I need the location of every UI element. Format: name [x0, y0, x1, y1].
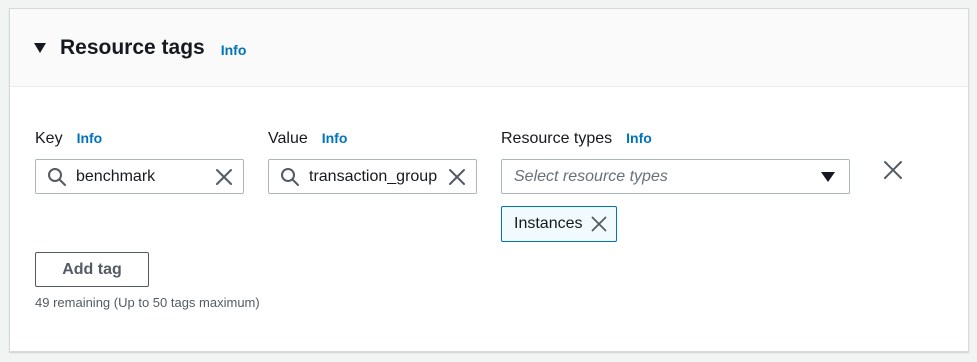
resource-tags-panel: Resource tags Info Key Info Value Info [9, 8, 969, 352]
value-field: Value Info [268, 130, 347, 154]
add-tag-button[interactable]: Add tag [35, 252, 149, 287]
key-label: Key [35, 130, 63, 147]
panel-header[interactable]: Resource tags Info [10, 9, 968, 87]
resource-types-select[interactable]: Select resource types [501, 159, 850, 194]
resource-type-token: Instances [501, 206, 618, 242]
value-input-box[interactable] [268, 159, 477, 194]
search-icon [48, 167, 66, 186]
key-field: Key Info [35, 130, 102, 154]
clear-key-icon[interactable] [215, 168, 233, 186]
section-title: Resource tags [60, 35, 205, 59]
caret-down-icon[interactable] [34, 42, 46, 54]
key-info-link[interactable]: Info [77, 130, 103, 146]
caret-down-icon [821, 171, 835, 182]
section-info-link[interactable]: Info [221, 42, 247, 58]
resource-types-label: Resource types [501, 130, 613, 147]
tags-remaining-text: 49 remaining (Up to 50 tags maximum) [35, 295, 260, 310]
value-input[interactable] [309, 167, 442, 186]
dismiss-token-icon[interactable] [591, 216, 607, 232]
value-info-link[interactable]: Info [322, 130, 348, 146]
resource-types-field: Resource types Info [501, 130, 652, 154]
token-label: Instances [514, 215, 583, 232]
resource-types-placeholder: Select resource types [514, 167, 668, 185]
search-icon [281, 167, 299, 186]
key-input-box[interactable] [35, 159, 244, 194]
value-label: Value [268, 130, 308, 147]
resource-types-info-link[interactable]: Info [626, 130, 652, 146]
remove-tag-icon[interactable] [883, 160, 903, 180]
key-input[interactable] [76, 167, 209, 186]
clear-value-icon[interactable] [448, 168, 466, 186]
